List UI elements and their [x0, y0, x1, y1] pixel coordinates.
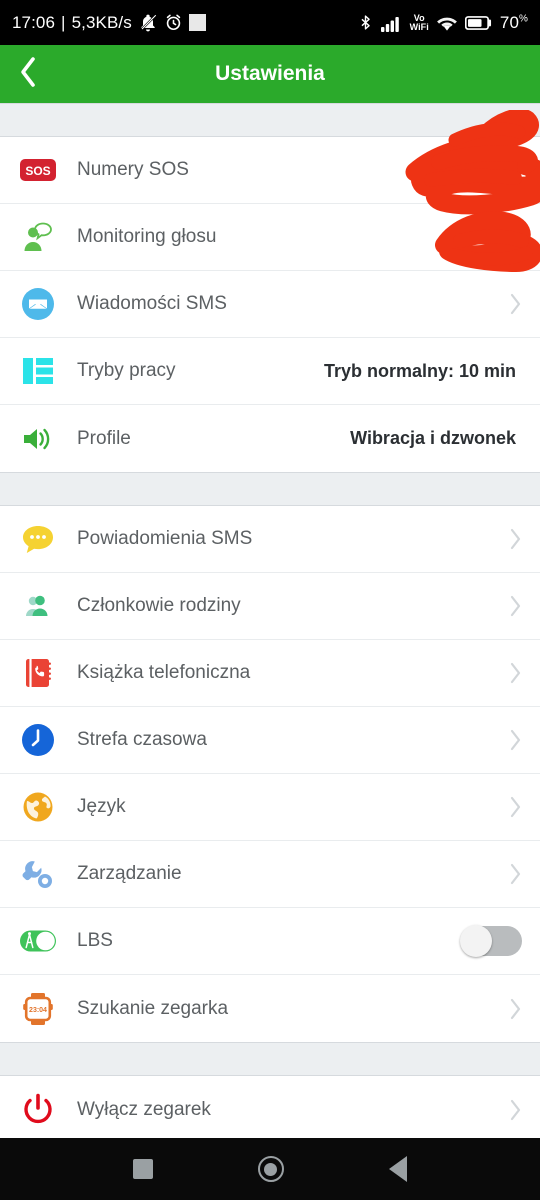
vowifi-icon: Vo WiFi: [409, 13, 429, 32]
list-item-value: Wibracja i dzwonek: [350, 428, 516, 448]
wrench-icon: [17, 853, 59, 895]
settings-group-1: SOS Numery SOS Monitoring głosu Wiadomoś…: [0, 137, 540, 472]
list-item-label: Członkowie rodziny: [77, 595, 241, 616]
list-item-jezyk[interactable]: Język: [0, 774, 540, 841]
list-item-label: Monitoring głosu: [77, 226, 217, 247]
settings-group-3: Wyłącz zegarek: [0, 1076, 540, 1143]
list-item-label: Zarządzanie: [77, 863, 182, 884]
lbs-toggle-icon: [17, 920, 59, 962]
list-item-wylacz-zegarek[interactable]: Wyłącz zegarek: [0, 1076, 540, 1143]
status-data-rate: 5,3KB/s: [71, 12, 132, 32]
voice-monitor-icon: [17, 216, 59, 258]
list-item-label: Tryby pracy: [77, 360, 176, 381]
list-item-ksiazka-telefoniczna[interactable]: Książka telefoniczna: [0, 640, 540, 707]
work-modes-icon: [17, 350, 59, 392]
white-square-icon: [188, 14, 206, 31]
list-item-label: Wyłącz zegarek: [77, 1098, 211, 1120]
watch-icon: 23:04: [17, 988, 59, 1030]
list-item-value: Tryb normalny: 10 min: [323, 360, 516, 381]
chevron-right-icon: [500, 997, 522, 1021]
settings-scroll-area[interactable]: SOS Numery SOS Monitoring głosu Wiadomoś…: [0, 103, 540, 1196]
square-icon: [132, 1159, 153, 1179]
recents-button[interactable]: [132, 1159, 153, 1179]
list-item-label: Strefa czasowa: [77, 729, 207, 750]
section-spacer-2: [0, 1042, 540, 1076]
phone-screen: 17:06 | 5,3KB/s Vo WiFi 70% Ustawienia S…: [0, 0, 540, 1200]
battery-percent: 70%: [500, 13, 528, 33]
back-nav-button[interactable]: [389, 1156, 408, 1182]
list-item-label: LBS: [77, 930, 113, 951]
list-item-label: Wiadomości SMS: [77, 293, 227, 314]
chevron-right-icon: [500, 862, 522, 886]
battery-percent-value: 70: [499, 12, 519, 32]
battery-percent-symbol: %: [519, 12, 528, 24]
list-item-label: Książka telefoniczna: [77, 662, 251, 683]
speaker-icon: [17, 418, 59, 460]
list-item-label: Szukanie zegarka: [77, 997, 229, 1019]
list-item-monitoring-glosu[interactable]: Monitoring głosu: [0, 204, 540, 271]
section-spacer-top: [0, 103, 540, 137]
back-button[interactable]: [0, 45, 56, 103]
sos-badge-icon: SOS: [17, 149, 59, 191]
power-off-icon: [17, 1089, 59, 1131]
phonebook-icon: [17, 652, 59, 694]
home-button[interactable]: [257, 1156, 284, 1182]
status-separator: |: [61, 12, 66, 32]
section-spacer-1: [0, 472, 540, 506]
globe-icon: [17, 786, 59, 828]
list-item-powiadomienia-sms[interactable]: Powiadomienia SMS: [0, 506, 540, 573]
chevron-right-icon: [500, 1098, 522, 1122]
chat-bubble-icon: [17, 518, 59, 560]
triangle-left-icon: [389, 1156, 408, 1182]
list-item-wiadomosci-sms[interactable]: Wiadomości SMS: [0, 271, 540, 338]
status-bar: 17:06 | 5,3KB/s Vo WiFi 70%: [0, 0, 540, 45]
android-nav-bar: [0, 1138, 540, 1200]
chevron-right-icon: [500, 527, 522, 551]
battery-icon: [464, 15, 493, 31]
list-item-lbs[interactable]: LBS: [0, 908, 540, 975]
list-item-tryby-pracy[interactable]: Tryby pracy Tryb normalny: 10 min: [0, 338, 540, 405]
list-item-label: Profile: [77, 427, 131, 449]
settings-group-2: Powiadomienia SMS Członkowie rodziny Ksi…: [0, 506, 540, 1042]
chevron-right-icon: [500, 594, 522, 618]
list-item-czlonkowie-rodziny[interactable]: Członkowie rodziny: [0, 573, 540, 640]
chevron-right-icon: [500, 292, 522, 316]
list-item-profile[interactable]: Profile Wibracja i dzwonek: [0, 405, 540, 472]
page-title: Ustawienia: [215, 62, 325, 85]
status-bar-right: Vo WiFi 70%: [357, 13, 528, 33]
list-item-label: Numery SOS: [77, 159, 189, 180]
status-bar-left: 17:06 | 5,3KB/s: [12, 13, 206, 33]
toggle-knob: [460, 925, 492, 957]
chevron-right-icon: [500, 728, 522, 752]
chevron-left-icon: [17, 55, 39, 94]
status-time: 17:06: [12, 12, 56, 32]
chevron-right-icon: [500, 661, 522, 685]
bluetooth-icon: [357, 13, 374, 32]
family-member-icon: [17, 585, 59, 627]
alarm-clock-icon: [164, 13, 183, 32]
list-item-numery-sos[interactable]: SOS Numery SOS: [0, 137, 540, 204]
vowifi-bottom-label: WiFi: [409, 21, 429, 32]
signal-bars-icon: [380, 14, 403, 32]
list-item-zarzadzanie[interactable]: Zarządzanie: [0, 841, 540, 908]
clock-icon: [17, 719, 59, 761]
lbs-toggle-switch[interactable]: [460, 925, 522, 957]
svg-text:23:04: 23:04: [29, 1007, 47, 1014]
sms-envelope-icon: [17, 283, 59, 325]
chevron-right-icon: [500, 795, 522, 819]
list-item-label: Język: [77, 796, 126, 817]
app-header: Ustawienia: [0, 45, 540, 103]
wifi-icon: [436, 14, 458, 32]
list-item-strefa-czasowa[interactable]: Strefa czasowa: [0, 707, 540, 774]
svg-text:SOS: SOS: [25, 164, 50, 178]
list-item-szukanie-zegarka[interactable]: 23:04 Szukanie zegarka: [0, 975, 540, 1042]
circle-icon: [257, 1156, 284, 1182]
list-item-label: Powiadomienia SMS: [77, 528, 253, 549]
bell-muted-icon: [138, 13, 158, 33]
